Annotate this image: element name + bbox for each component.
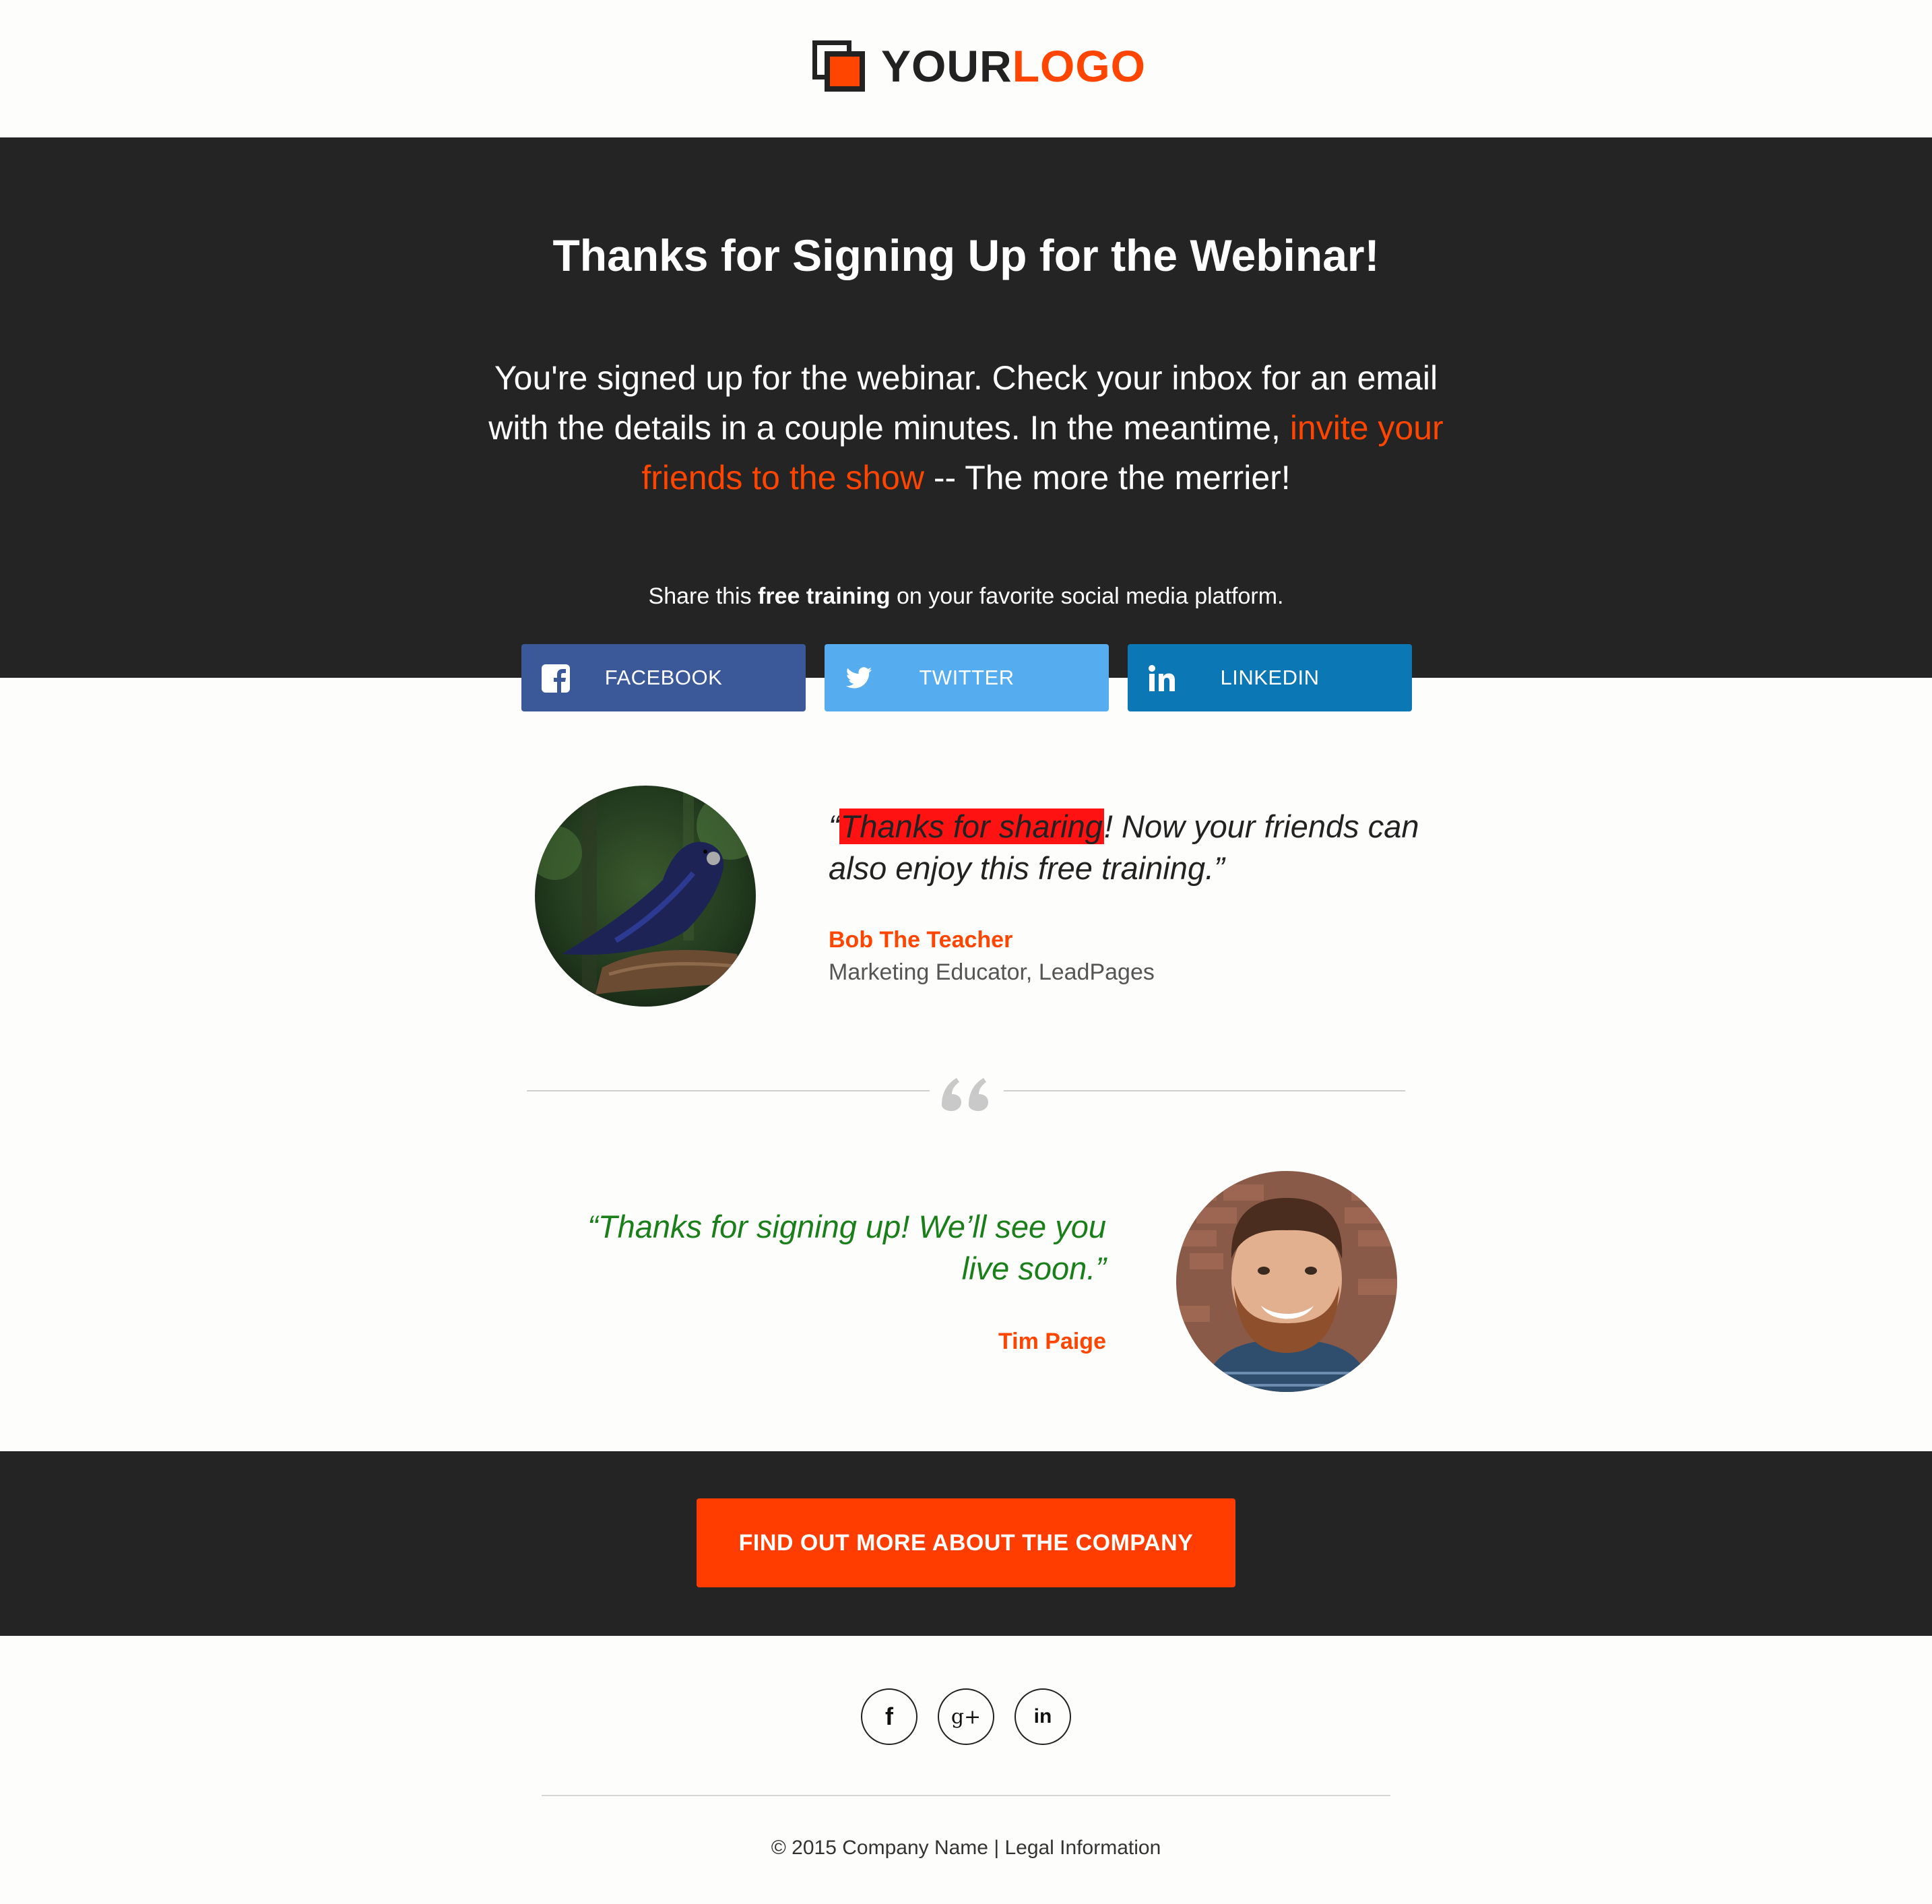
- man-photo: [1176, 1171, 1397, 1392]
- facebook-share-button[interactable]: FACEBOOK: [521, 644, 806, 711]
- quote-mark-icon: [942, 1078, 988, 1111]
- logo-text: YOURLOGO: [881, 44, 1146, 88]
- hero-body: You're signed up for the webinar. Check …: [485, 353, 1447, 503]
- footer-facebook-icon[interactable]: f: [861, 1688, 917, 1745]
- twitter-share-button[interactable]: TWITTER: [825, 644, 1109, 711]
- facebook-icon: [542, 664, 570, 693]
- logo[interactable]: YOURLOGO: [812, 39, 1146, 93]
- share-prompt-end: on your favorite social media platform.: [890, 583, 1284, 609]
- testimonial-quote-bob: “Thanks for sharing! Now your friends ca…: [829, 806, 1421, 889]
- linkedin-icon: [1149, 665, 1175, 691]
- footer-google-plus-icon[interactable]: g+: [938, 1688, 994, 1745]
- header: YOURLOGO: [0, 0, 1932, 137]
- logo-mark-icon: [812, 40, 866, 92]
- hero-body-tail: -- The more the merrier!: [924, 459, 1291, 497]
- footer-linkedin-icon[interactable]: in: [1015, 1688, 1071, 1745]
- highlighted-quote-text: Thanks for sharing: [839, 808, 1104, 844]
- bird-avatar: [535, 786, 756, 1007]
- linkedin-share-button[interactable]: LINKEDIN: [1128, 644, 1412, 711]
- testimonial-quote-tim: “Thanks for signing up! We’ll see you li…: [587, 1209, 1106, 1286]
- find-out-more-button[interactable]: FIND OUT MORE ABOUT THE COMPANY: [697, 1498, 1235, 1587]
- share-prompt-start: Share this: [648, 583, 759, 609]
- share-prompt-bold: free training: [758, 583, 891, 609]
- testimonial-name-tim: Tim Paige: [998, 1329, 1106, 1354]
- divider-right: [1004, 1090, 1405, 1091]
- copyright-text[interactable]: © 2015 Company Name | Legal Information: [0, 1837, 1932, 1860]
- tim-avatar: [1176, 1171, 1397, 1392]
- page-title: Thanks for Signing Up for the Webinar!: [552, 230, 1380, 280]
- twitter-icon: [845, 667, 872, 689]
- logo-text-logo: LOGO: [1012, 41, 1147, 91]
- landing-page: YOURLOGO Thanks for Signing Up for the W…: [0, 0, 1932, 1904]
- testimonial-name-bob: Bob The Teacher: [829, 927, 1013, 953]
- quote-open-mark: “: [829, 808, 839, 844]
- logo-text-your: YOUR: [881, 41, 1012, 91]
- testimonial-role-bob: Marketing Educator, LeadPages: [829, 959, 1155, 985]
- footer-divider: [542, 1795, 1390, 1796]
- share-prompt: Share this free training on your favorit…: [0, 583, 1932, 610]
- bird-photo: [535, 786, 756, 1007]
- divider-left: [527, 1090, 930, 1091]
